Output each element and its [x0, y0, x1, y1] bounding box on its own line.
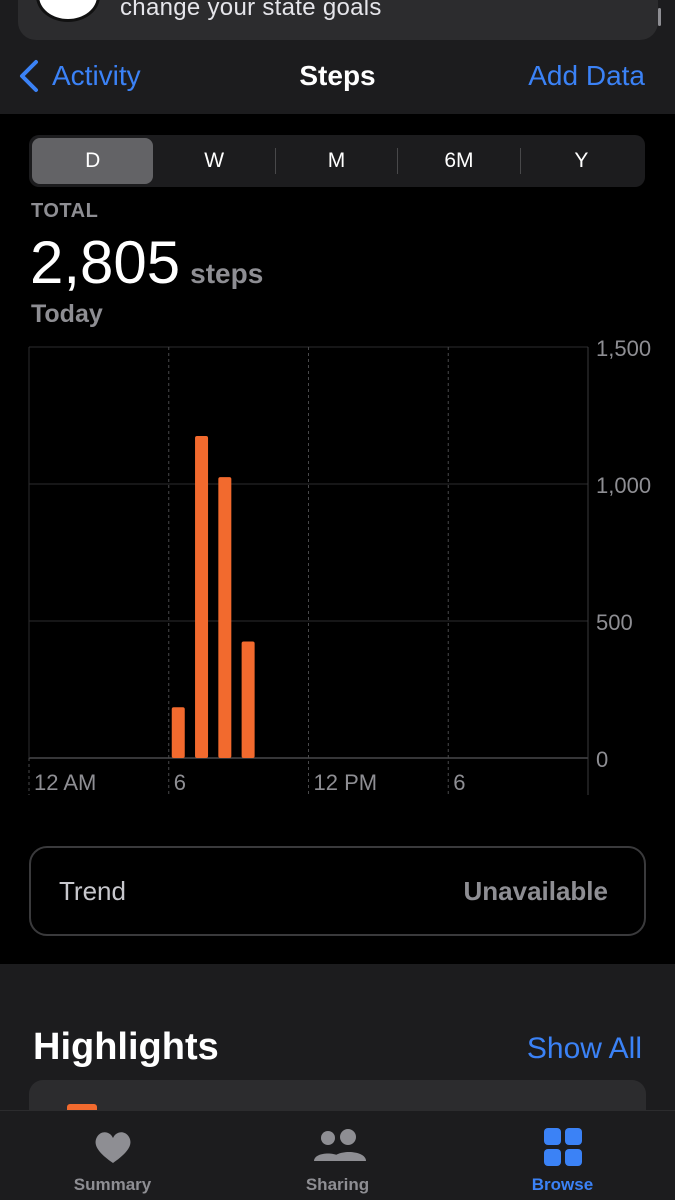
steps-chart[interactable]: 1,500 1,000 500 0 12 AM 6 12 PM 6 [0, 330, 675, 810]
notification-banner[interactable]: change your state goals [0, 0, 675, 46]
segment-week[interactable]: W [153, 138, 274, 184]
period-label: Today [31, 300, 103, 328]
show-all-button[interactable]: Show All [527, 1032, 642, 1066]
range-segmented-control: D W M 6M Y [29, 135, 645, 187]
tab-sharing-label: Sharing [305, 1175, 370, 1194]
heart-icon [95, 1132, 130, 1163]
segment-month[interactable]: M [276, 138, 397, 184]
x-tick-label: 6 [453, 770, 465, 795]
x-tick-label: 6 [174, 770, 186, 795]
tab-summary[interactable]: Summary [0, 1111, 225, 1200]
segment-day[interactable]: D [32, 138, 154, 184]
tab-sharing[interactable]: Sharing [225, 1111, 450, 1200]
add-data-button[interactable]: Add Data [528, 60, 645, 92]
banner-grabber [658, 8, 661, 26]
total-steps-value: 2,805 [30, 229, 181, 296]
tab-summary-label: Summary [73, 1175, 152, 1194]
people-icon [313, 1129, 366, 1161]
grid-icon [543, 1128, 582, 1166]
trend-label: Trend [59, 875, 126, 906]
bar-hour-8 [218, 477, 232, 758]
total-value-row: 2,805 steps [30, 228, 263, 297]
bar-hour-6 [171, 707, 185, 758]
y-tick-label: 1,000 [596, 473, 651, 498]
total-label: TOTAL [31, 200, 99, 222]
trend-value: Unavailable [463, 875, 608, 906]
notification-text: change your state goals [120, 0, 382, 21]
y-tick-label: 500 [596, 610, 633, 635]
bar-hour-9 [241, 641, 255, 758]
tab-bar: Summary Sharing Browse [0, 1110, 675, 1200]
tab-browse-label: Browse [531, 1175, 594, 1194]
x-tick-label: 12 AM [34, 770, 96, 795]
y-tick-label: 0 [596, 747, 608, 772]
segment-year[interactable]: Y [521, 138, 642, 184]
bar-hour-7 [195, 436, 209, 758]
trend-row[interactable]: Trend Unavailable [29, 846, 646, 936]
navigation-bar: Activity Steps Add Data [0, 46, 675, 114]
y-tick-label: 1,500 [596, 336, 651, 361]
segment-6-months[interactable]: 6M [398, 138, 519, 184]
x-tick-label: 12 PM [314, 770, 378, 795]
steps-unit: steps [190, 258, 264, 289]
highlights-title: Highlights [33, 1026, 219, 1068]
tab-browse[interactable]: Browse [450, 1111, 675, 1200]
